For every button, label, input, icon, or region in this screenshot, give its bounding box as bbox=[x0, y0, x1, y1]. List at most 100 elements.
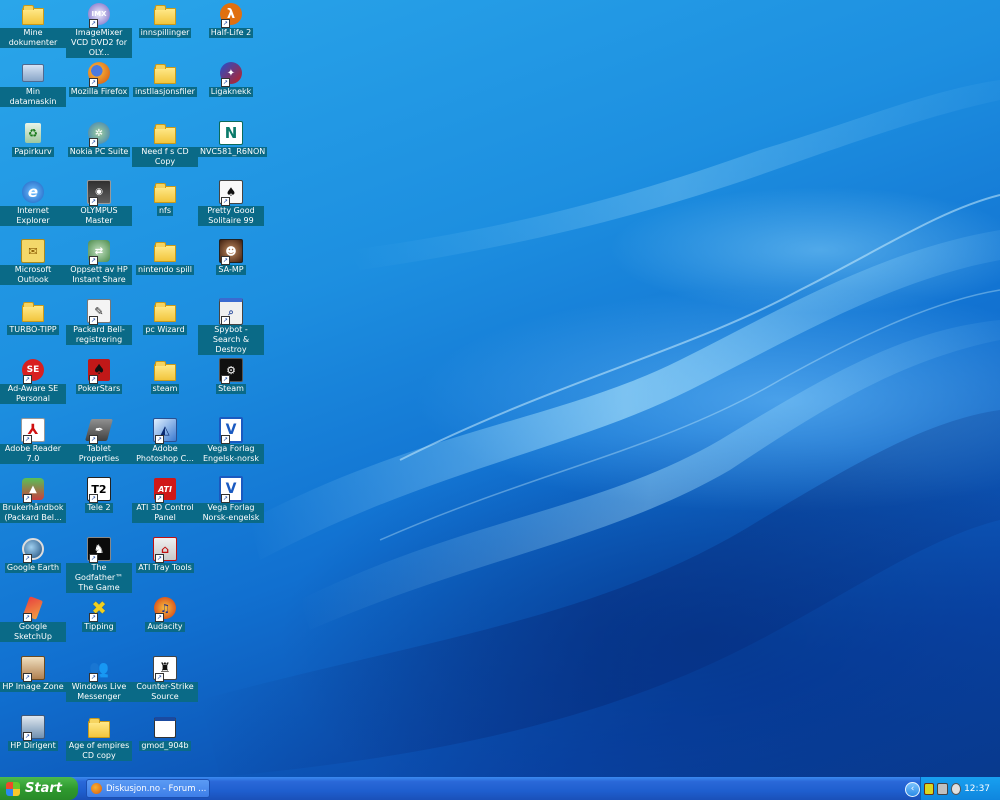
desktop-icon-vega-norsk-engelsk[interactable]: V ↗ Vega Forlag Norsk-engelsk bbox=[198, 476, 264, 533]
godfather-icon: ♞ ↗ bbox=[87, 537, 111, 563]
desktop-icon-microsoft-outlook[interactable]: ✉ Microsoft Outlook bbox=[0, 239, 66, 295]
desktop-icon-gmod[interactable]: gmod_904b bbox=[132, 715, 198, 771]
shortcut-arrow-icon: ↗ bbox=[89, 494, 98, 503]
desktop-icon-innspillinger[interactable]: innspillinger bbox=[132, 2, 198, 58]
desktop-icon-hp-instant-share[interactable]: ⇄ ↗ Oppsett av HP Instant Share bbox=[66, 239, 132, 295]
desktop-icon-steam-folder[interactable]: steam bbox=[132, 358, 198, 414]
internet-explorer-icon: e bbox=[21, 180, 45, 204]
folder-icon bbox=[153, 61, 177, 85]
network-tray-icon[interactable] bbox=[937, 782, 948, 795]
desktop-icon-ligaknekk[interactable]: ✦ ↗ Ligaknekk bbox=[198, 61, 264, 117]
desktop-icon-sa-mp[interactable]: ☻ ↗ SA-MP bbox=[198, 239, 264, 295]
taskbar-button-firefox[interactable]: Diskusjon.no - Forum ... bbox=[86, 779, 210, 798]
desktop-icon-vega-engelsk-norsk[interactable]: V ↗ Vega Forlag Engelsk-norsk bbox=[198, 417, 264, 474]
desktop-icon-hp-dirigent[interactable]: ↗ HP Dirigent bbox=[0, 715, 66, 771]
manual-icon: ▲ ↗ bbox=[21, 477, 45, 503]
desktop-icon-nintendo-spill[interactable]: nintendo spill bbox=[132, 239, 198, 295]
desktop-icon-mine-dokumenter[interactable]: Mine dokumenter bbox=[0, 2, 66, 58]
desktop-icon-label: nfs bbox=[156, 206, 174, 216]
shortcut-arrow-icon: ↗ bbox=[23, 494, 32, 503]
shortcut-arrow-icon: ↗ bbox=[221, 316, 230, 325]
desktop-icon-label: nintendo spill bbox=[136, 265, 194, 275]
desktop-icon-packard-bell-registrering[interactable]: ✎ ↗ Packard Bell-registrering bbox=[66, 299, 132, 355]
counter-strike-icon: ♜ ↗ bbox=[153, 656, 177, 682]
steam-icon: ⚙ ↗ bbox=[219, 358, 243, 384]
desktop-icon-ad-aware[interactable]: SE ↗ Ad-Aware SE Personal bbox=[0, 358, 66, 414]
desktop-icon-ati-tray-tools[interactable]: ⌂ ↗ ATI Tray Tools bbox=[132, 537, 198, 593]
desktop-icon-tablet-properties[interactable]: ✒ ↗ Tablet Properties bbox=[66, 418, 132, 474]
desktop-icon-mozilla-firefox[interactable]: ↗ Mozilla Firefox bbox=[66, 61, 132, 117]
start-button[interactable]: Start bbox=[0, 777, 78, 800]
desktop-icon-imagemixer[interactable]: IMX ↗ ImageMixer VCD DVD2 for OLY... bbox=[66, 2, 132, 58]
shortcut-arrow-icon: ↗ bbox=[23, 673, 32, 682]
desktop-icon-min-datamaskin[interactable]: Min datamaskin bbox=[0, 61, 66, 117]
desktop-icon-nfs[interactable]: nfs bbox=[132, 180, 198, 236]
shortcut-arrow-icon: ↗ bbox=[221, 375, 230, 384]
firefox-icon bbox=[91, 783, 102, 794]
shortcut-arrow-icon: ↗ bbox=[89, 435, 98, 444]
shortcut-arrow-icon: ↗ bbox=[155, 494, 164, 503]
desktop-icon-pokerstars[interactable]: ♠ ↗ PokerStars bbox=[66, 358, 132, 414]
desktop-icon-audacity[interactable]: ♫ ↗ Audacity bbox=[132, 596, 198, 652]
desktop-icon-label: NVC581_R6NON bbox=[198, 147, 268, 157]
shortcut-arrow-icon: ↗ bbox=[221, 494, 230, 503]
desktop-icon-need-f-s-cd-copy[interactable]: Need f s CD Copy bbox=[132, 121, 198, 177]
start-label: Start bbox=[25, 781, 62, 796]
shortcut-arrow-icon: ↗ bbox=[89, 78, 98, 87]
desktop-icon-olympus-master[interactable]: ◉ ↗ OLYMPUS Master bbox=[66, 180, 132, 236]
desktop-icon-instllasjonsfiler[interactable]: instllasjonsfiler bbox=[132, 61, 198, 117]
audacity-icon: ♫ ↗ bbox=[153, 596, 177, 622]
desktop-icon-label: The Godfather™ The Game bbox=[66, 563, 132, 593]
desktop-icon-label: Adobe Photoshop C... bbox=[132, 444, 198, 464]
desktop-icon-nvc581[interactable]: N NVC581_R6NON bbox=[198, 121, 268, 177]
desktop-icon-spybot[interactable]: ⌕ ↗ Spybot - Search & Destroy bbox=[198, 297, 264, 355]
desktop-icon-google-earth[interactable]: ↗ Google Earth bbox=[0, 537, 66, 593]
clock[interactable]: 12:37 bbox=[964, 784, 990, 794]
desktop-icon-nokia-pc-suite[interactable]: ✲ ↗ Nokia PC Suite bbox=[66, 121, 132, 177]
desktop-icon-adobe-photoshop[interactable]: ◭ ↗ Adobe Photoshop C... bbox=[132, 418, 198, 474]
desktop-icon-pretty-good-solitaire[interactable]: ♠ ↗ Pretty Good Solitaire 99 bbox=[198, 180, 264, 236]
desktop-icon-label: ImageMixer VCD DVD2 for OLY... bbox=[66, 28, 132, 58]
desktop-icon-label: Adobe Reader 7.0 bbox=[0, 444, 66, 464]
desktop-icon-label: Microsoft Outlook bbox=[0, 265, 66, 285]
window-app-icon bbox=[153, 715, 177, 739]
desktop-icon-label: SA-MP bbox=[216, 265, 246, 275]
desktop-icon-label: Audacity bbox=[145, 622, 185, 632]
tipping-icon: ✖ ↗ bbox=[89, 597, 107, 622]
desktop-icon-steam-app[interactable]: ⚙ ↗ Steam bbox=[198, 358, 264, 414]
desktop-icon-ati-3d-control-panel[interactable]: ATI ↗ ATI 3D Control Panel bbox=[132, 477, 198, 533]
desktop-icon-label: Tele 2 bbox=[85, 503, 113, 513]
google-earth-icon: ↗ bbox=[21, 537, 45, 563]
nokia-pc-suite-icon: ✲ ↗ bbox=[87, 121, 111, 147]
desktop-icon-windows-live-messenger[interactable]: 👥 ↗ Windows Live Messenger bbox=[66, 656, 132, 712]
desktop-icon-tele-2[interactable]: T2 ↗ Tele 2 bbox=[66, 477, 132, 533]
desktop-icon-brukerhandbok[interactable]: ▲ ↗ Brukerhåndbok (Packard Bel... bbox=[0, 477, 66, 533]
shortcut-arrow-icon: ↗ bbox=[155, 435, 164, 444]
desktop[interactable]: Mine dokumenter Min datamaskin ♻ Papirku… bbox=[0, 0, 1000, 777]
tablet-icon: ✒ ↗ bbox=[85, 418, 113, 444]
desktop-icon-label: Nokia PC Suite bbox=[67, 147, 131, 157]
desktop-icon-the-godfather[interactable]: ♞ ↗ The Godfather™ The Game bbox=[66, 537, 132, 593]
desktop-icon-tipping[interactable]: ✖ ↗ Tipping bbox=[66, 596, 132, 652]
folder-icon bbox=[153, 2, 177, 26]
desktop-icon-google-sketchup[interactable]: ↗ Google SketchUp bbox=[0, 596, 66, 652]
desktop-icon-label: Need f s CD Copy bbox=[132, 147, 198, 167]
desktop-icon-turbo-tipp[interactable]: TURBO-TIPP bbox=[0, 299, 66, 355]
shortcut-arrow-icon: ↗ bbox=[89, 375, 98, 384]
ad-aware-icon: SE ↗ bbox=[21, 358, 45, 384]
desktop-icon-age-of-empires[interactable]: Age of empires CD copy bbox=[66, 715, 132, 771]
desktop-icon-papirkurv[interactable]: ♻ Papirkurv bbox=[0, 121, 66, 177]
desktop-icon-hp-image-zone[interactable]: ↗ HP Image Zone bbox=[0, 656, 66, 712]
firefox-icon: ↗ bbox=[87, 61, 111, 87]
volume-tray-icon[interactable] bbox=[950, 782, 962, 795]
desktop-icon-pc-wizard[interactable]: pc Wizard bbox=[132, 299, 198, 355]
nvc-icon: N bbox=[219, 121, 243, 145]
desktop-icon-label: Tablet Properties bbox=[66, 444, 132, 464]
desktop-icon-adobe-reader[interactable]: ⅄ ↗ Adobe Reader 7.0 bbox=[0, 418, 66, 474]
desktop-icon-label: Min datamaskin bbox=[0, 87, 66, 107]
show-hidden-icons-button[interactable]: ‹ bbox=[905, 782, 920, 797]
desktop-icon-half-life-2[interactable]: λ ↗ Half-Life 2 bbox=[198, 2, 264, 58]
ad-aware-tray-icon[interactable] bbox=[924, 782, 935, 795]
desktop-icon-counter-strike[interactable]: ♜ ↗ Counter-Strike Source bbox=[132, 656, 198, 712]
desktop-icon-internet-explorer[interactable]: e Internet Explorer bbox=[0, 180, 66, 236]
